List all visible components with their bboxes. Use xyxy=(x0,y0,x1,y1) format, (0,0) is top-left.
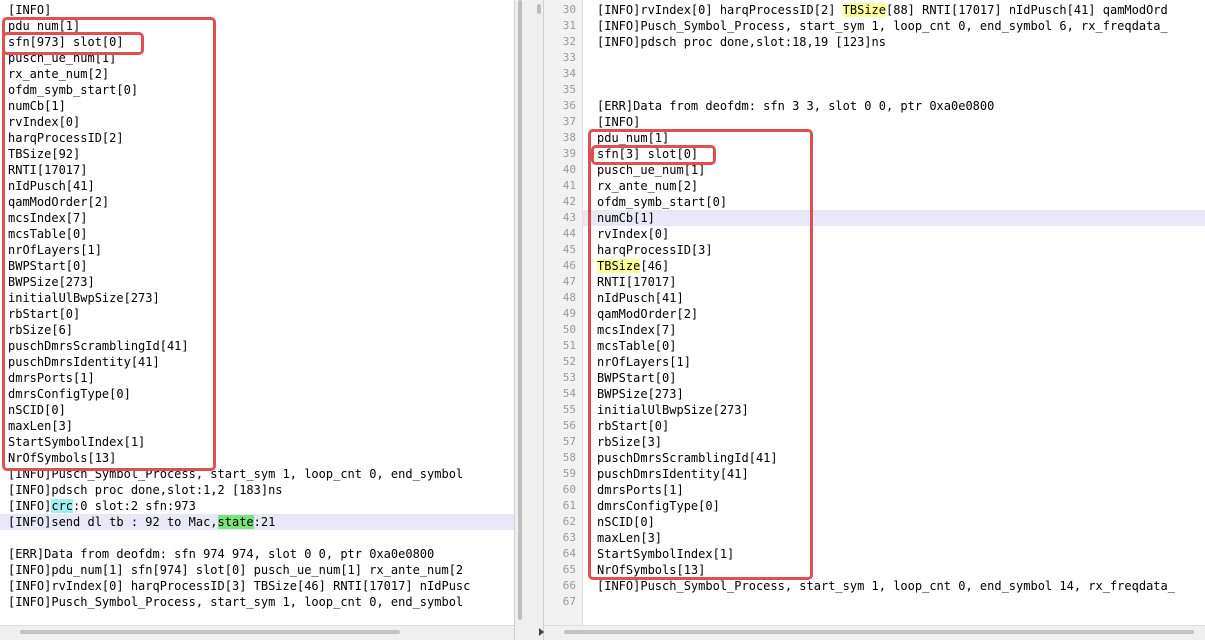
log-line: [ERR]Data from deofdm: sfn 974 974, slot… xyxy=(8,547,435,561)
log-line: [INFO]pdsch proc done,slot:18,19 [123]ns xyxy=(597,34,1205,50)
line-number: 44 xyxy=(562,227,576,240)
log-line: [ERR]Data from deofdm: sfn 3 3, slot 0 0… xyxy=(597,98,1205,114)
line-number: 43 xyxy=(562,211,576,224)
log-line: [INFO]pdu_num[1] sfn[974] slot[0] pusch_… xyxy=(8,563,464,577)
line-number: 51 xyxy=(562,339,576,352)
right-editor-pane[interactable]: 30 31 32 33 34 35 36 37 38 39 40 41 42 43 44 45 46 47 48 49… xyxy=(544,0,1205,640)
line-number: 37 xyxy=(562,115,576,128)
line-number: 65 xyxy=(562,563,576,576)
right-vertical-scroll-thumb[interactable] xyxy=(537,4,541,14)
log-text: [INFO]Pusch_Symbol_Process, start_sym 1,… xyxy=(597,19,1168,33)
line-number: 47 xyxy=(562,275,576,288)
line-number: 31 xyxy=(562,19,576,32)
log-line: [INFO]rvIndex[0] harqProcessID[3] TBSize… xyxy=(8,579,471,593)
line-number: 33 xyxy=(562,51,576,64)
line-number: 57 xyxy=(562,435,576,448)
line-number: 60 xyxy=(562,483,576,496)
search-highlight: crc xyxy=(51,499,74,513)
log-text: [INFO]rvIndex[0] harqProcessID[2] xyxy=(597,3,843,17)
line-number: 55 xyxy=(562,403,576,416)
log-line: [INFO]rvIndex[0] harqProcessID[2] TBSize… xyxy=(597,2,1205,18)
log-text: :21 xyxy=(253,515,276,529)
annotation-box-left-params xyxy=(2,17,216,471)
line-number: 34 xyxy=(562,67,576,80)
log-text: [88] RNTI[17017] nIdPusch[41] qamModOrd xyxy=(886,3,1168,17)
line-number: 38 xyxy=(562,131,576,144)
log-text: :0 slot:2 sfn:973 xyxy=(73,499,196,513)
line-number: 40 xyxy=(562,163,576,176)
send_line-log-line: [INFO]send dl tb : 92 to Mac,state:21 xyxy=(8,514,514,530)
line-number: 35 xyxy=(562,83,576,96)
right-scroll-thumb[interactable] xyxy=(564,630,1194,634)
line-number: 42 xyxy=(562,195,576,208)
left-editor-pane[interactable]: [INFO] pdu_num[1] sfn[973] slot[0] pusch_ue… xyxy=(0,0,514,640)
line-number: 30 xyxy=(562,3,576,16)
log-text: [INFO]send dl tb : 92 to Mac, xyxy=(8,515,218,529)
pane-splitter[interactable] xyxy=(514,0,544,640)
line-number: 56 xyxy=(562,419,576,432)
log-line: [INFO] xyxy=(597,114,1205,130)
line-number: 50 xyxy=(562,323,576,336)
line-number-gutter: 30 31 32 33 34 35 36 37 38 39 40 41 42 43 44 45 46 47 48 49… xyxy=(544,0,583,640)
annotation-box-right-params xyxy=(588,129,813,580)
right-horizontal-scrollbar[interactable] xyxy=(544,625,1205,640)
line-number: 32 xyxy=(562,35,576,48)
line-number: 52 xyxy=(562,355,576,368)
crc_line-log-line: [INFO]crc:0 slot:2 sfn:973 xyxy=(8,498,514,514)
line-number: 58 xyxy=(562,451,576,464)
line-number: 46 xyxy=(562,259,576,272)
line-number: 61 xyxy=(562,499,576,512)
log-line: [INFO]pdsch proc done,slot:1,2 [183]ns xyxy=(8,483,283,497)
line-number: 45 xyxy=(562,243,576,256)
line-number: 62 xyxy=(562,515,576,528)
line-number: 36 xyxy=(562,99,576,112)
line-number: 64 xyxy=(562,547,576,560)
line-number: 63 xyxy=(562,531,576,544)
annotation-box-right-sfn xyxy=(591,145,716,165)
log-line: [INFO]Pusch_Symbol_Process, start_sym 1,… xyxy=(597,578,1205,594)
line-number: 59 xyxy=(562,467,576,480)
log-text: [INFO] xyxy=(8,499,52,513)
log-line: [INFO] xyxy=(8,3,52,17)
log-text: [INFO]pdsch proc done,slot:18,19 [123]ns xyxy=(597,35,886,49)
annotation-box-left-sfn xyxy=(2,32,144,55)
line-number: 41 xyxy=(562,179,576,192)
log-text: [ERR]Data from deofdm: sfn 3 3, slot 0 0… xyxy=(597,99,995,113)
left-horizontal-scrollbar[interactable] xyxy=(0,625,514,640)
log-text: [INFO]Pusch_Symbol_Process, start_sym 1,… xyxy=(597,579,1175,593)
line-number: 66 xyxy=(562,579,576,592)
left-scroll-thumb[interactable] xyxy=(20,630,400,634)
line-number: 67 xyxy=(562,595,576,608)
log-line: [INFO]Pusch_Symbol_Process, start_sym 1,… xyxy=(8,595,464,609)
line-number: 54 xyxy=(562,387,576,400)
log-line: [INFO]Pusch_Symbol_Process, start_sym 1,… xyxy=(597,18,1205,34)
line-number: 39 xyxy=(562,147,576,160)
line-number: 49 xyxy=(562,307,576,320)
log-text: [INFO] xyxy=(597,115,641,129)
line-number: 53 xyxy=(562,371,576,384)
line-number: 48 xyxy=(562,291,576,304)
search-highlight: TBSize xyxy=(842,3,886,17)
search-highlight: state xyxy=(217,515,254,529)
left-vertical-scroll-thumb[interactable] xyxy=(518,0,522,620)
